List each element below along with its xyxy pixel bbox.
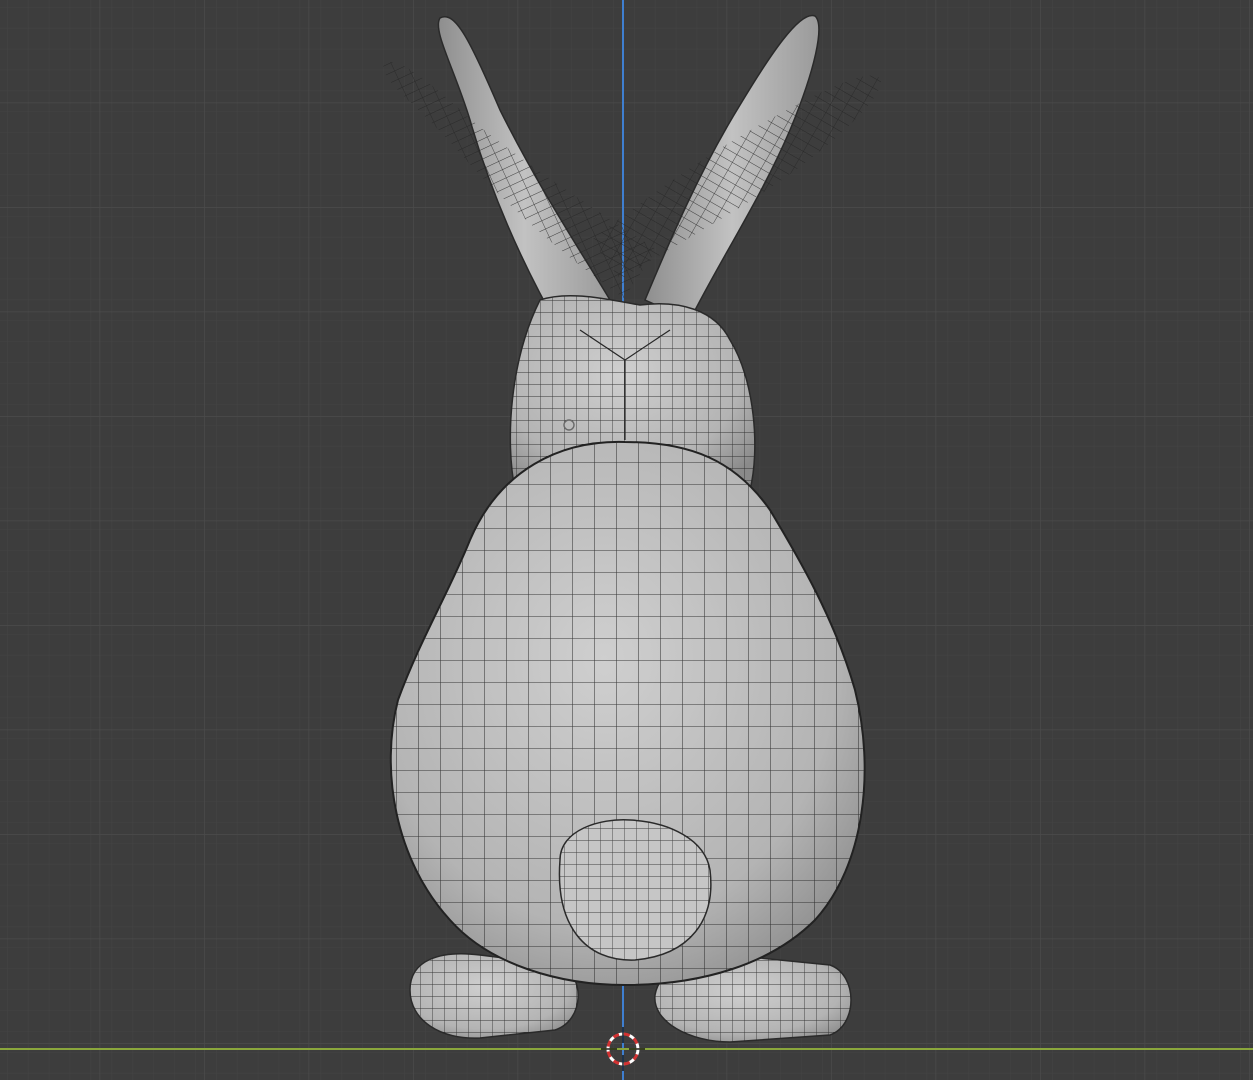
3d-viewport[interactable]: [0, 0, 1253, 1080]
tail: [558, 819, 712, 961]
viewport-canvas[interactable]: [0, 0, 1253, 1080]
